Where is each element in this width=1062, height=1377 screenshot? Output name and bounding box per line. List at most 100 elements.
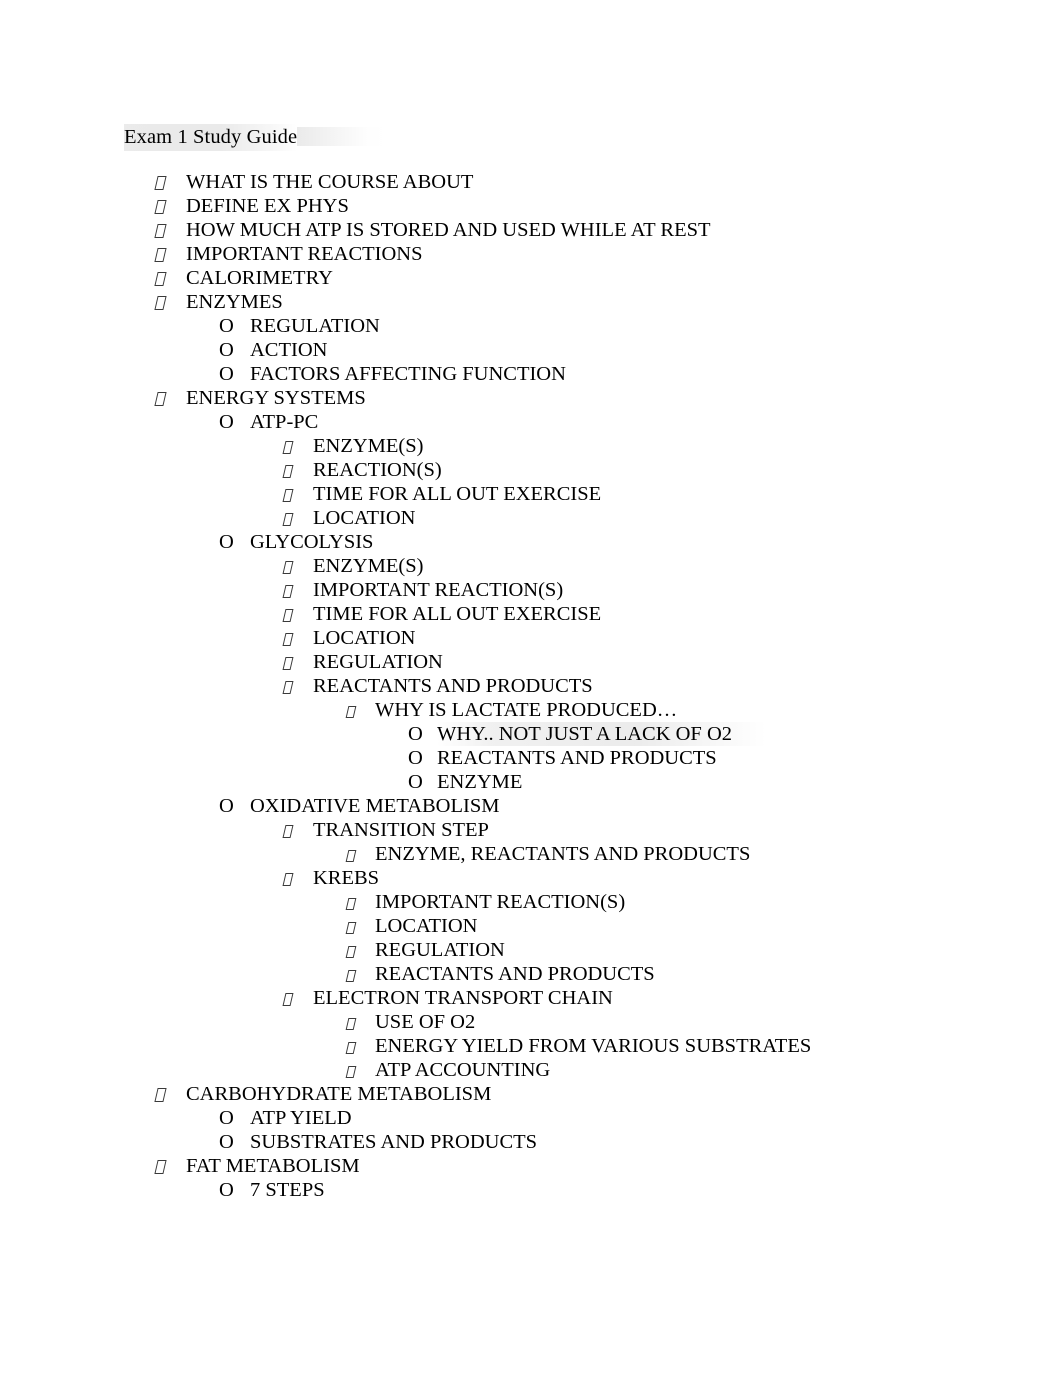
bullet-missing-glyph-icon — [154, 386, 167, 410]
bullet-missing-glyph-icon-shape — [154, 248, 167, 262]
outline-item-label: WHAT IS THE COURSE ABOUT — [186, 171, 474, 193]
outline-item-label: REACTANTS AND PRODUCTS — [313, 675, 593, 697]
bullet-missing-glyph-icon-shape — [154, 1088, 167, 1102]
outline-item: CARBOHYDRATE METABOLISM — [0, 1082, 1062, 1106]
bullet-missing-glyph-icon — [282, 434, 294, 458]
outline-item-label: IMPORTANT REACTION(S) — [375, 891, 626, 913]
outline-item: ENZYME, REACTANTS AND PRODUCTS — [0, 842, 1062, 866]
outline-item-label: LOCATION — [375, 915, 478, 937]
bullet-missing-glyph-icon — [282, 458, 294, 482]
outline-item-label: FACTORS AFFECTING FUNCTION — [250, 363, 566, 385]
bullet-missing-glyph-icon — [282, 506, 294, 530]
outline-item-label: USE OF O2 — [375, 1011, 476, 1033]
outline-item-label: TIME FOR ALL OUT EXERCISE — [313, 603, 602, 625]
bullet-missing-glyph-icon — [154, 170, 167, 194]
bullet-missing-glyph-icon-shape — [345, 970, 356, 982]
outline-item: HOW MUCH ATP IS STORED AND USED WHILE AT… — [0, 218, 1062, 242]
outline-item: ENZYMES — [0, 290, 1062, 314]
bullet-missing-glyph-icon-shape — [282, 825, 294, 838]
bullet-circle-o-icon: O — [219, 531, 234, 553]
outline-item-label: ATP ACCOUNTING — [375, 1059, 551, 1081]
outline-item-label: ENZYMES — [186, 291, 283, 313]
bullet-missing-glyph-icon — [345, 1010, 356, 1034]
bullet-circle-o-icon: O — [219, 795, 234, 817]
bullet-circle-o-icon: O — [219, 339, 234, 361]
bullet-missing-glyph-icon — [282, 578, 294, 602]
outline-item-label: TIME FOR ALL OUT EXERCISE — [313, 483, 602, 505]
bullet-missing-glyph-icon — [154, 218, 167, 242]
bullet-circle-o-icon: O — [408, 723, 423, 745]
bullet-missing-glyph-icon-shape — [282, 585, 294, 598]
outline-item: O WHY.. NOT JUST A LACK OF O2 — [0, 722, 1062, 746]
outline-item: O ATP-PC — [0, 410, 1062, 434]
bullet-missing-glyph-icon — [345, 1058, 356, 1082]
outline-item-label: FAT METABOLISM — [186, 1155, 360, 1177]
document-page: Exam 1 Study Guide WHAT IS THE COURSE AB… — [0, 0, 1062, 1377]
bullet-missing-glyph-icon — [345, 1034, 356, 1058]
outline-item: ENERGY YIELD FROM VARIOUS SUBSTRATES — [0, 1034, 1062, 1058]
bullet-missing-glyph-icon-shape — [345, 946, 356, 958]
bullet-missing-glyph-icon-shape — [282, 489, 294, 502]
bullet-missing-glyph-icon-shape — [345, 1042, 356, 1054]
outline-list: WHAT IS THE COURSE ABOUT DEFINE EX PHYS HO… — [0, 170, 1062, 1202]
bullet-missing-glyph-icon — [345, 842, 356, 866]
outline-item-label: IMPORTANT REACTIONS — [186, 243, 423, 265]
bullet-circle-o-icon: O — [408, 747, 423, 769]
outline-item: TRANSITION STEP — [0, 818, 1062, 842]
bullet-missing-glyph-icon — [282, 650, 294, 674]
outline-item: DEFINE EX PHYS — [0, 194, 1062, 218]
outline-item-label: IMPORTANT REACTION(S) — [313, 579, 564, 601]
outline-item: FAT METABOLISM — [0, 1154, 1062, 1178]
outline-item: IMPORTANT REACTION(S) — [0, 578, 1062, 602]
bullet-missing-glyph-icon — [345, 962, 356, 986]
outline-item-label: ATP YIELD — [250, 1107, 352, 1129]
outline-item: IMPORTANT REACTIONS — [0, 242, 1062, 266]
bullet-missing-glyph-icon-shape — [282, 681, 294, 694]
outline-item: REACTANTS AND PRODUCTS — [0, 962, 1062, 986]
outline-item: O REGULATION — [0, 314, 1062, 338]
bullet-missing-glyph-icon — [282, 866, 294, 890]
bullet-circle-o-icon: O — [219, 1107, 234, 1129]
outline-item-label: LOCATION — [313, 507, 416, 529]
outline-item-label: DEFINE EX PHYS — [186, 195, 349, 217]
outline-item-label: KREBS — [313, 867, 380, 889]
bullet-missing-glyph-icon-shape — [154, 1160, 167, 1174]
bullet-missing-glyph-icon — [345, 890, 356, 914]
outline-item-label: REGULATION — [313, 651, 443, 673]
outline-item: ATP ACCOUNTING — [0, 1058, 1062, 1082]
bullet-missing-glyph-icon — [282, 626, 294, 650]
outline-item-label: REGULATION — [375, 939, 505, 961]
outline-item: LOCATION — [0, 914, 1062, 938]
outline-item-label: 7 STEPS — [250, 1179, 325, 1201]
outline-item-label: REACTANTS AND PRODUCTS — [437, 747, 717, 769]
bullet-missing-glyph-icon-shape — [282, 633, 294, 646]
outline-item: O ENZYME — [0, 770, 1062, 794]
outline-item: IMPORTANT REACTION(S) — [0, 890, 1062, 914]
bullet-missing-glyph-icon — [154, 266, 167, 290]
outline-item: O FACTORS AFFECTING FUNCTION — [0, 362, 1062, 386]
outline-item-label: ACTION — [250, 339, 328, 361]
bullet-missing-glyph-icon-shape — [345, 898, 356, 910]
bullet-missing-glyph-icon-shape — [154, 224, 167, 238]
outline-item-label: REACTANTS AND PRODUCTS — [375, 963, 655, 985]
outline-item: TIME FOR ALL OUT EXERCISE — [0, 482, 1062, 506]
outline-item: O SUBSTRATES AND PRODUCTS — [0, 1130, 1062, 1154]
outline-item-label: CALORIMETRY — [186, 267, 333, 289]
bullet-missing-glyph-icon-shape — [154, 272, 167, 286]
outline-item-label: TRANSITION STEP — [313, 819, 489, 841]
outline-item-label: GLYCOLYSIS — [250, 531, 374, 553]
outline-item-label: REACTION(S) — [313, 459, 442, 481]
outline-item: USE OF O2 — [0, 1010, 1062, 1034]
page-title: Exam 1 Study Guide — [124, 124, 390, 151]
bullet-missing-glyph-icon — [154, 1154, 167, 1178]
outline-item-label: HOW MUCH ATP IS STORED AND USED WHILE AT… — [186, 219, 711, 241]
bullet-missing-glyph-icon — [345, 914, 356, 938]
bullet-missing-glyph-icon-shape — [345, 1018, 356, 1030]
outline-item: O ATP YIELD — [0, 1106, 1062, 1130]
outline-item: ENZYME(S) — [0, 554, 1062, 578]
bullet-circle-o-icon: O — [219, 363, 234, 385]
outline-item-label: OXIDATIVE METABOLISM — [250, 795, 500, 817]
bullet-missing-glyph-icon — [154, 194, 167, 218]
bullet-missing-glyph-icon-shape — [282, 513, 294, 526]
outline-item: O 7 STEPS — [0, 1178, 1062, 1202]
